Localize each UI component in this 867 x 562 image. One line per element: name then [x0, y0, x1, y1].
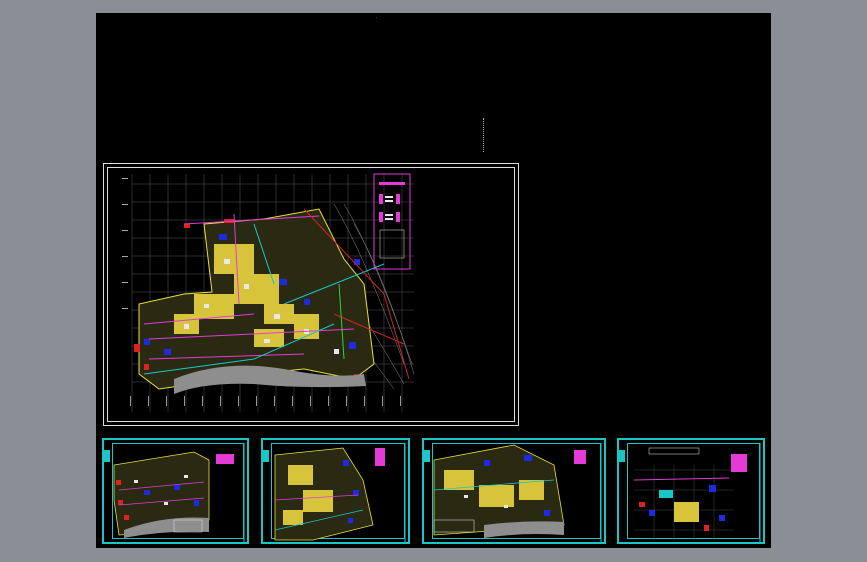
- annotation-mark: ·: [375, 15, 378, 20]
- sheet-thumbnail-3[interactable]: [422, 438, 606, 544]
- cad-model-space[interactable]: ·: [96, 13, 771, 548]
- main-site-plan-drawing: [122, 173, 415, 412]
- annotation-column: [483, 118, 488, 152]
- thumb-2-drawing: [263, 443, 406, 543]
- thumb-4-drawing: [619, 443, 761, 543]
- main-site-plan-sheet[interactable]: [103, 163, 519, 426]
- sheet-thumbnail-1[interactable]: [102, 438, 249, 544]
- sheet-thumbnail-2[interactable]: [261, 438, 410, 544]
- sheet-thumbnail-4[interactable]: [617, 438, 765, 544]
- thumb-1-drawing: [104, 443, 245, 543]
- thumb-3-drawing: [424, 443, 602, 543]
